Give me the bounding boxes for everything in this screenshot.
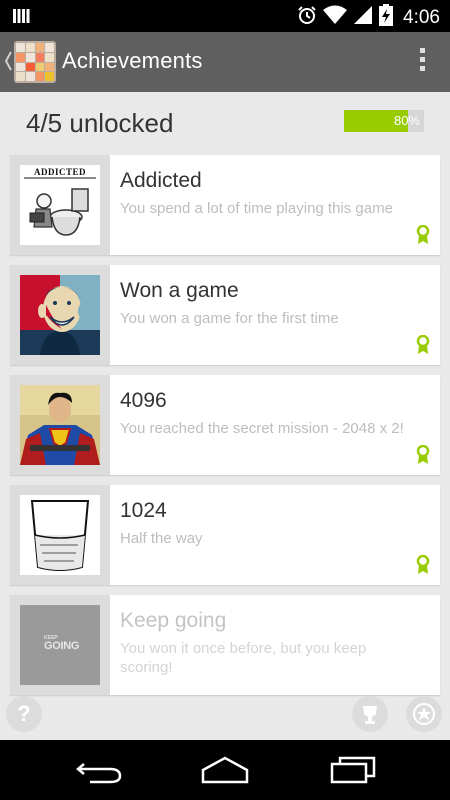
achievement-description: You spend a lot of time playing this gam… <box>120 200 393 217</box>
up-navigation[interactable] <box>0 32 60 92</box>
award-ribbon-icon <box>416 334 430 355</box>
achievement-card[interactable]: 4096 You reached the secret mission - 20… <box>10 375 440 475</box>
achievement-description: You reached the secret mission - 2048 x … <box>120 420 404 437</box>
overflow-menu-icon[interactable] <box>418 48 426 76</box>
action-bar: Achievements <box>0 32 450 92</box>
achievement-card[interactable]: 1024 Half the way <box>10 485 440 585</box>
achievement-image: ADDICTED <box>20 165 100 245</box>
star-icon[interactable] <box>406 696 442 732</box>
achievement-name: 1024 <box>120 499 167 522</box>
trophy-icon[interactable] <box>352 696 388 732</box>
achievement-card[interactable]: ADDICTED Addicted You spend a lot of tim… <box>10 155 440 255</box>
system-nav-bar <box>0 740 450 800</box>
unlocked-summary: 4/5 unlocked <box>26 108 174 138</box>
achievement-image <box>20 385 100 465</box>
status-bar: 4:06 <box>0 0 450 32</box>
achievement-description: You won a game for the first time <box>120 310 339 327</box>
progress-label: 80% <box>393 113 420 128</box>
achievement-name: Won a game <box>120 279 239 302</box>
page-title: Achievements <box>62 48 203 73</box>
alarm-icon <box>297 5 317 30</box>
achievement-image <box>20 495 100 575</box>
notification-bars-icon <box>12 7 30 30</box>
battery-charging-icon <box>379 4 394 31</box>
achievement-image <box>20 275 100 355</box>
recent-apps-icon[interactable] <box>322 754 382 786</box>
achievement-image: KEEP GOING <box>20 605 100 685</box>
progress-bar: 80% <box>344 110 424 132</box>
award-ribbon-icon <box>416 554 430 575</box>
back-chevron-icon <box>4 50 12 77</box>
achievement-name: Addicted <box>120 169 202 192</box>
clock-time: 4:06 <box>403 6 440 28</box>
award-ribbon-icon <box>416 224 430 245</box>
wifi-icon <box>323 5 348 30</box>
back-icon[interactable] <box>70 754 130 786</box>
achievement-name: Keep going <box>120 609 227 632</box>
thumb-caption: GOING <box>44 640 80 652</box>
achievement-name: 4096 <box>120 389 167 412</box>
achievement-card-locked[interactable]: KEEP GOING Keep going You won it once be… <box>10 595 440 695</box>
achievements-list: 4/5 unlocked 80% ADDICTED Addicted You s… <box>0 92 450 740</box>
achievement-description: You won it once before, but you keep sco… <box>120 640 367 676</box>
home-icon[interactable] <box>195 754 255 786</box>
app-2048-icon <box>14 41 56 83</box>
achievement-card[interactable]: Won a game You won a game for the first … <box>10 265 440 365</box>
help-icon[interactable]: ? <box>6 696 42 732</box>
achievement-description: Half the way <box>120 530 203 547</box>
award-ribbon-icon <box>416 444 430 465</box>
signal-icon <box>353 5 373 30</box>
